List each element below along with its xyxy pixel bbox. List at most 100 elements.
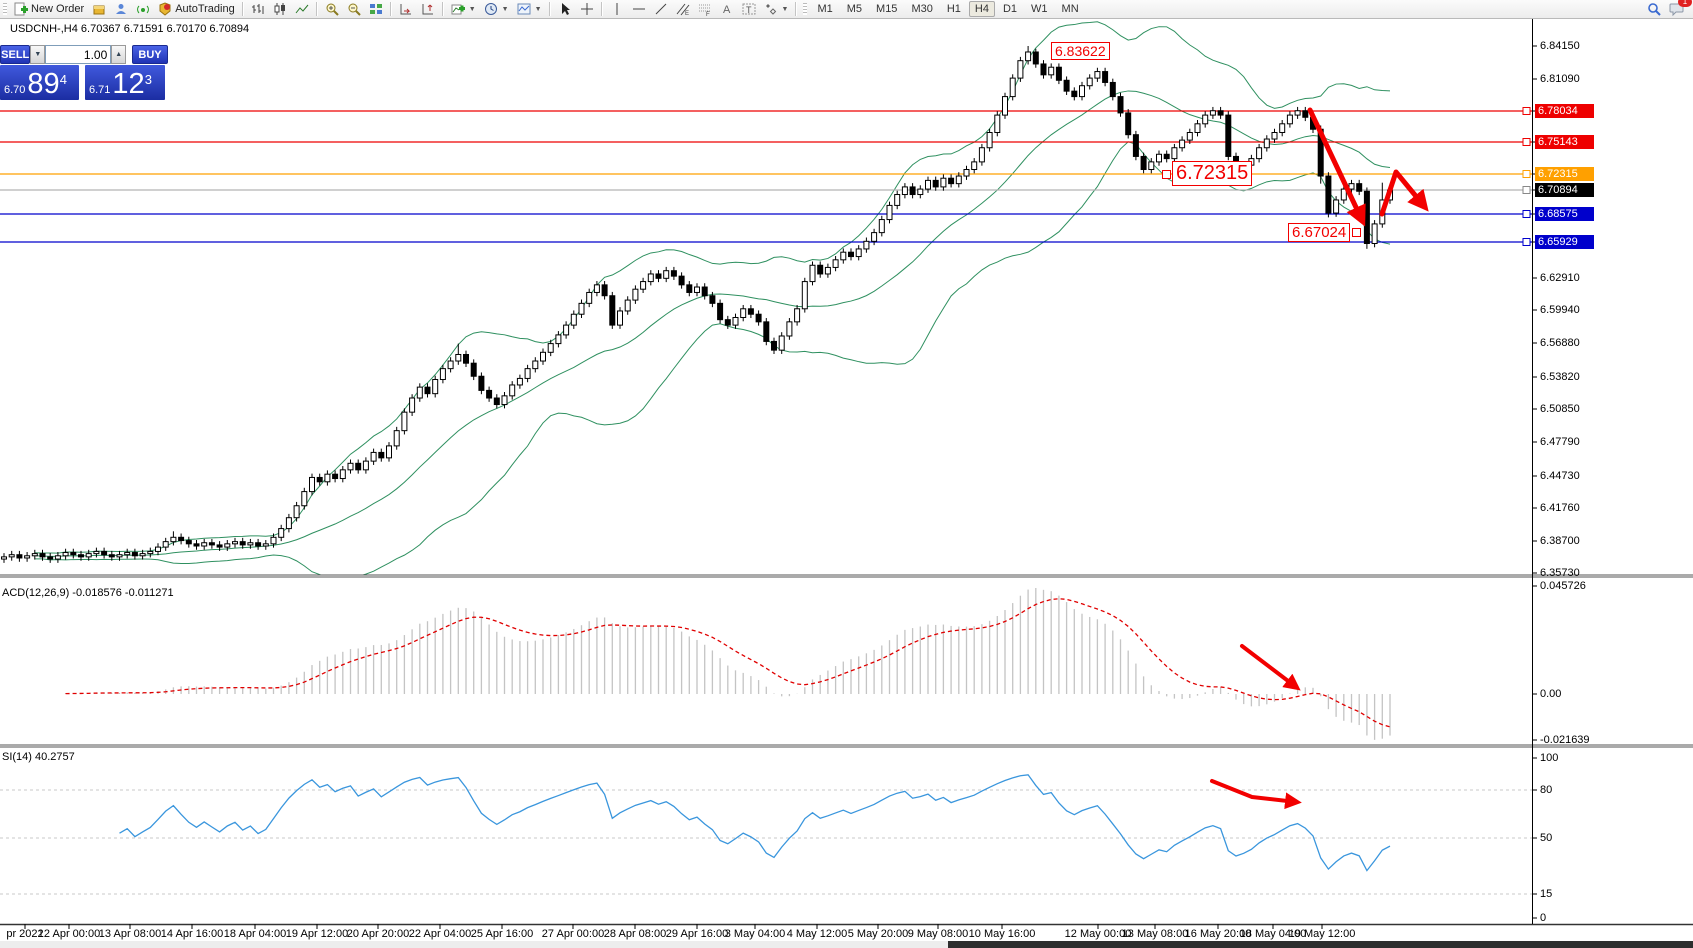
buy-price-integer: 6.71 [89, 84, 110, 96]
svg-text:A: A [723, 4, 731, 16]
price-line-badge: 6.65929 [1535, 235, 1594, 249]
time-axis-label: 18 Apr 04:00 [224, 928, 286, 940]
clock-icon [484, 2, 498, 16]
price-line-badge: 6.75143 [1535, 135, 1594, 149]
buy-button[interactable]: BUY [132, 45, 168, 64]
channel-icon: E [676, 2, 690, 16]
timeframe-button-m15[interactable]: M15 [870, 1, 903, 17]
quote-strip: USDCNH-,H4 6.70367 6.71591 6.70170 6.708… [8, 23, 251, 35]
price-axis-tick: 6.44730 [1540, 470, 1580, 482]
macd-indicator-label: ACD(12,26,9) -0.018576 -0.011271 [2, 587, 174, 599]
periods-button[interactable]: ▼ [480, 1, 513, 17]
indicator-axis-tick: 100 [1540, 752, 1558, 764]
line-chart-mode-button[interactable] [291, 1, 313, 17]
buy-price-display[interactable]: 6.71 12 3 [85, 65, 165, 100]
ohlc-values: 6.70367 6.71591 6.70170 6.70894 [81, 23, 249, 35]
volume-increase-button[interactable]: ▲ [111, 45, 126, 64]
zoom-in-button[interactable] [321, 1, 343, 17]
time-axis-label: 27 Apr 00:00 [542, 928, 604, 940]
timeframe-button-h4[interactable]: H4 [969, 1, 995, 17]
time-axis-label: 25 Apr 16:00 [471, 928, 533, 940]
svg-text:T: T [746, 5, 752, 15]
toolbar-grip[interactable] [3, 3, 7, 15]
terminal-window: New Order AutoTrading [0, 0, 1693, 948]
buy-price-pips: 12 [112, 70, 144, 99]
scrollbar-thumb[interactable] [948, 941, 1693, 948]
market-watch-button[interactable] [88, 1, 110, 17]
sell-button[interactable]: SELL [0, 45, 30, 64]
chart-shift-button[interactable] [417, 1, 439, 17]
vertical-line-tool-button[interactable] [606, 1, 628, 17]
dropdown-arrow-icon: ▼ [782, 6, 789, 13]
templates-button[interactable]: ▼ [513, 1, 546, 17]
price-line-badge: 6.70894 [1535, 183, 1594, 197]
volume-input[interactable] [45, 45, 111, 64]
accounts-button[interactable] [110, 1, 132, 17]
notifications-button[interactable]: 1 [1665, 1, 1687, 17]
crosshair-icon [580, 2, 594, 16]
template-icon [517, 2, 531, 16]
dropdown-arrow-icon: ▼ [469, 6, 476, 13]
autotrading-button[interactable]: AutoTrading [154, 1, 239, 17]
time-axis-label: 28 Apr 08:00 [604, 928, 666, 940]
signals-button[interactable] [132, 1, 154, 17]
line-chart-icon [295, 2, 309, 16]
price-annotation-label[interactable]: 6.72315 [1172, 161, 1252, 186]
annotation-anchor-square[interactable] [1352, 228, 1361, 237]
time-axis-label: 4 May 12:00 [787, 928, 848, 940]
horizontal-scrollbar[interactable] [0, 941, 1693, 948]
fibonacci-tool-button[interactable]: F [694, 1, 716, 17]
new-order-button[interactable]: New Order [10, 1, 88, 17]
auto-scroll-button[interactable] [395, 1, 417, 17]
sell-price-integer: 6.70 [4, 84, 25, 96]
price-annotation-label[interactable]: 6.67024 [1288, 223, 1350, 242]
timeframe-button-m5[interactable]: M5 [841, 1, 868, 17]
toolbar-right-group: 1 [1643, 1, 1687, 17]
toolbar-separator [242, 2, 244, 16]
tile-windows-button[interactable] [365, 1, 387, 17]
crosshair-tool-button[interactable] [576, 1, 598, 17]
search-button[interactable] [1643, 1, 1665, 17]
time-axis-label: 13 Apr 08:00 [99, 928, 161, 940]
sell-price-display[interactable]: 6.70 89 4 [0, 65, 79, 100]
timeframe-button-mn[interactable]: MN [1056, 1, 1085, 17]
price-annotation-label[interactable]: 6.83622 [1051, 42, 1110, 60]
one-click-trading-panel: SELL ▼ ▲ BUY 6.70 89 4 6.71 12 3 [0, 45, 168, 100]
price-axis-tick: 6.62910 [1540, 272, 1580, 284]
cursor-tool-button[interactable] [554, 1, 576, 17]
channel-tool-button[interactable]: E [672, 1, 694, 17]
autotrading-icon [158, 2, 172, 16]
indicators-button[interactable]: ▼ [447, 1, 480, 17]
signal-icon [136, 2, 150, 16]
auto-scroll-icon [399, 2, 413, 16]
candle-chart-mode-button[interactable] [269, 1, 291, 17]
timeframe-button-h1[interactable]: H1 [941, 1, 967, 17]
autotrading-label: AutoTrading [175, 3, 235, 15]
annotation-anchor-square[interactable] [1162, 170, 1171, 179]
chart-canvas[interactable] [0, 0, 1693, 948]
price-axis-tick: 6.56880 [1540, 337, 1580, 349]
candlestick-icon [273, 2, 287, 16]
text-tool-button[interactable]: A [716, 1, 738, 17]
timeframe-toolbar: M1M5M15M30H1H4D1W1MN [810, 1, 1085, 17]
indicator-axis-tick: 0.00 [1540, 688, 1561, 700]
price-axis-tick: 6.53820 [1540, 371, 1580, 383]
timeframe-button-w1[interactable]: W1 [1025, 1, 1054, 17]
trendline-tool-button[interactable] [650, 1, 672, 17]
chart-shift-icon [421, 2, 435, 16]
label-tool-button[interactable]: T [738, 1, 760, 17]
timeframe-button-m30[interactable]: M30 [905, 1, 938, 17]
volume-decrease-button[interactable]: ▼ [30, 45, 45, 64]
sell-price-point: 4 [60, 72, 67, 87]
new-order-icon [14, 2, 28, 16]
horizontal-line-tool-button[interactable] [628, 1, 650, 17]
bar-chart-mode-button[interactable] [247, 1, 269, 17]
price-line-badge: 6.72315 [1535, 167, 1594, 181]
zoom-out-button[interactable] [343, 1, 365, 17]
timeframe-button-m1[interactable]: M1 [811, 1, 838, 17]
toolbar-separator [316, 2, 318, 16]
text-icon: A [720, 2, 734, 16]
toolbar-grip[interactable] [803, 3, 807, 15]
shapes-tool-button[interactable]: ▼ [760, 1, 793, 17]
timeframe-button-d1[interactable]: D1 [997, 1, 1023, 17]
